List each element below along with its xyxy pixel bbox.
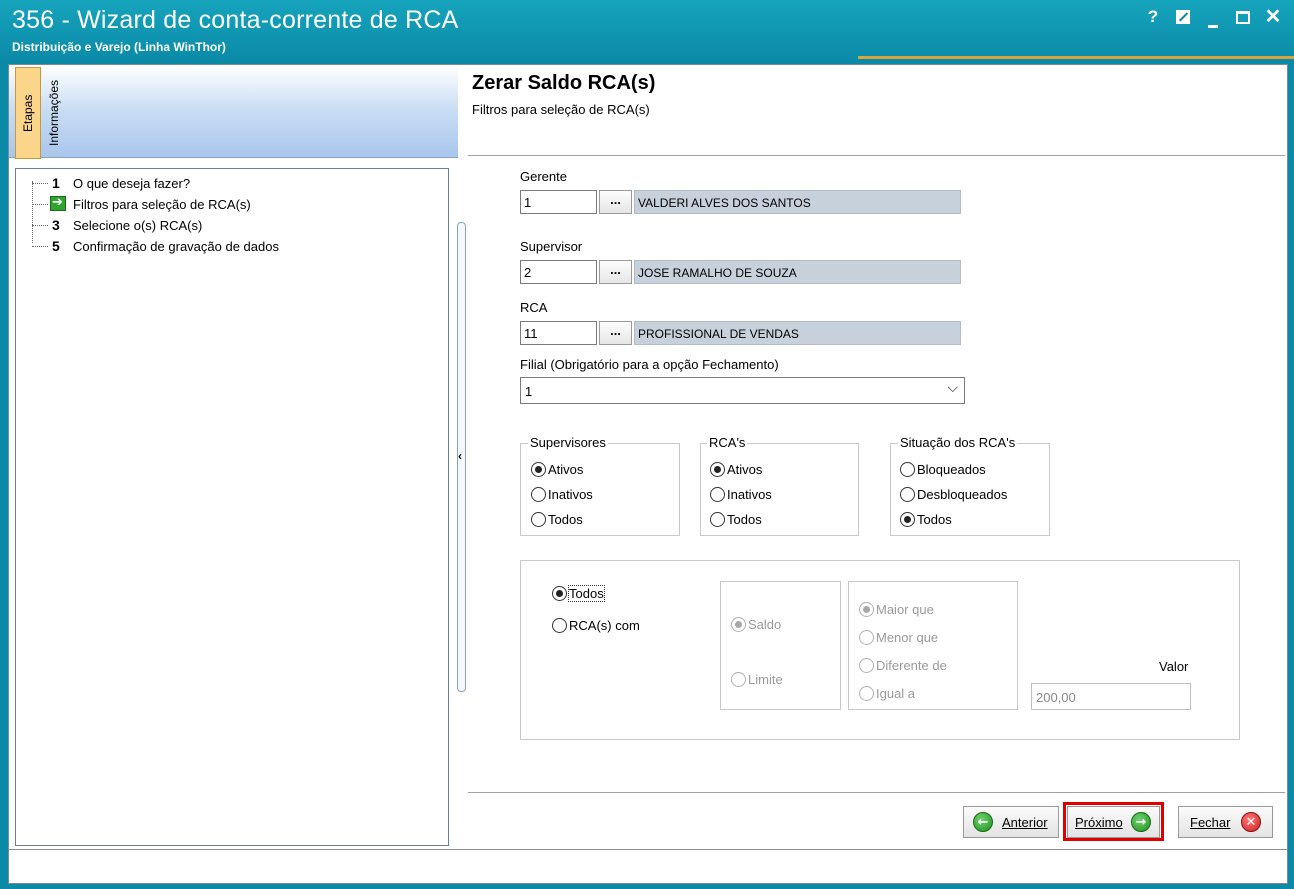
fechar-button[interactable]: Fechar ✕ — [1178, 806, 1273, 838]
chevron-down-icon: ⌵ — [947, 379, 958, 395]
diferente-de-radio[interactable]: Diferente de — [859, 658, 947, 673]
edit-window-button[interactable] — [1173, 8, 1193, 26]
situacao-todos-radio[interactable]: Todos — [900, 512, 952, 527]
gerente-name-field: VALDERI ALVES DOS SANTOS — [634, 190, 961, 214]
step-item-2[interactable]: Filtros para seleção de RCA(s) — [16, 194, 416, 214]
minimize-button[interactable] — [1203, 8, 1223, 28]
radio-icon — [900, 512, 915, 527]
step-item-3[interactable]: 3 Selecione o(s) RCA(s) — [16, 215, 416, 235]
supervisores-todos-radio[interactable]: Todos — [531, 512, 583, 527]
title-accent-line — [858, 56, 1294, 59]
title-bar: 356 - Wizard de conta-corrente de RCA Di… — [0, 0, 1294, 62]
tab-informacoes[interactable]: Informações — [42, 67, 68, 159]
radio-icon — [859, 630, 874, 645]
help-button[interactable]: ? — [1143, 8, 1163, 26]
step-label: O que deseja fazer? — [73, 176, 191, 191]
radio-icon — [859, 686, 874, 701]
radio-icon — [859, 602, 874, 617]
rcas-inativos-radio[interactable]: Inativos — [710, 487, 772, 502]
todos-mode-radio[interactable]: Todos — [552, 585, 605, 602]
valor-label: Valor — [1159, 659, 1189, 674]
step-number: 5 — [52, 238, 60, 254]
supervisor-name-field: JOSE RAMALHO DE SOUZA — [634, 260, 961, 284]
rcas-com-mode-radio[interactable]: RCA(s) com — [552, 618, 640, 633]
window-subtitle: Distribuição e Varejo (Linha WinThor) — [12, 40, 226, 54]
situacao-desbloqueados-radio[interactable]: Desbloqueados — [900, 487, 1007, 502]
radio-icon — [552, 618, 567, 633]
filial-label: Filial (Obrigatório para a opção Fechame… — [520, 357, 779, 372]
rcas-todos-radio[interactable]: Todos — [710, 512, 762, 527]
step-number: 1 — [52, 175, 60, 191]
radio-icon — [710, 462, 725, 477]
radio-icon — [731, 672, 746, 687]
supervisor-code-input[interactable]: 2 — [520, 260, 597, 284]
radio-icon — [859, 658, 874, 673]
footer-divider — [468, 792, 1285, 793]
rca-code-input[interactable]: 11 — [520, 321, 597, 345]
close-window-button[interactable]: ✕ — [1263, 7, 1283, 27]
filial-value: 1 — [525, 384, 533, 399]
radio-icon — [531, 487, 546, 502]
status-bar — [9, 849, 1287, 881]
situacao-group-title: Situação dos RCA's — [898, 435, 1018, 450]
steps-tree: 1 O que deseja fazer? Filtros para seleç… — [15, 168, 449, 846]
step-label: Selecione o(s) RCA(s) — [73, 218, 203, 233]
step-label: Confirmação de gravação de dados — [73, 239, 279, 254]
supervisores-group-title: Supervisores — [528, 435, 608, 450]
radio-icon — [900, 487, 915, 502]
close-icon: ✕ — [1241, 812, 1261, 832]
supervisor-label: Supervisor — [520, 239, 583, 254]
saldo-radio[interactable]: Saldo — [731, 617, 781, 632]
valor-input[interactable]: 200,00 — [1031, 683, 1191, 710]
limite-radio[interactable]: Limite — [731, 672, 783, 687]
radio-icon — [710, 487, 725, 502]
rca-name-field: PROFISSIONAL DE VENDAS — [634, 321, 961, 345]
supervisores-inativos-radio[interactable]: Inativos — [531, 487, 593, 502]
igual-a-radio[interactable]: Igual a — [859, 686, 915, 701]
rca-lookup-button[interactable]: ... — [599, 321, 632, 345]
minimize-icon — [1208, 25, 1218, 28]
radio-icon — [552, 586, 567, 601]
radio-icon — [900, 462, 915, 477]
step-label: Filtros para seleção de RCA(s) — [73, 197, 251, 212]
tipo-group — [720, 581, 841, 710]
radio-icon — [710, 512, 725, 527]
step-item-1[interactable]: 1 O que deseja fazer? — [16, 173, 416, 193]
page-subtitle: Filtros para seleção de RCA(s) — [472, 102, 650, 117]
gerente-lookup-button[interactable]: ... — [599, 190, 632, 214]
step-number: 3 — [52, 217, 60, 233]
supervisores-ativos-radio[interactable]: Ativos — [531, 462, 583, 477]
edit-icon — [1176, 10, 1190, 24]
radio-icon — [531, 512, 546, 527]
rca-label: RCA — [520, 300, 548, 315]
anterior-button[interactable]: ← Anterior — [963, 806, 1059, 838]
rcas-ativos-radio[interactable]: Ativos — [710, 462, 762, 477]
arrow-left-icon: ← — [973, 812, 993, 832]
maior-que-radio[interactable]: Maior que — [859, 602, 934, 617]
gerente-label: Gerente — [520, 169, 567, 184]
arrow-right-icon — [50, 195, 66, 211]
gerente-code-input[interactable]: 1 — [520, 190, 597, 214]
step-item-5[interactable]: 5 Confirmação de gravação de dados — [16, 236, 416, 256]
maximize-button[interactable] — [1233, 8, 1253, 26]
header-divider — [468, 155, 1285, 156]
sidebar-header — [9, 65, 458, 158]
supervisor-lookup-button[interactable]: ... — [599, 260, 632, 284]
rcas-group-title: RCA's — [707, 435, 748, 450]
radio-icon — [531, 462, 546, 477]
collapse-arrow-icon[interactable]: ‹ — [458, 449, 462, 463]
proximo-highlight — [1063, 802, 1164, 841]
radio-icon — [731, 617, 746, 632]
menor-que-radio[interactable]: Menor que — [859, 630, 938, 645]
filial-select[interactable]: 1 ⌵ — [520, 377, 965, 404]
situacao-bloqueados-radio[interactable]: Bloqueados — [900, 462, 986, 477]
maximize-icon — [1236, 11, 1250, 24]
window-title: 356 - Wizard de conta-corrente de RCA — [12, 6, 459, 34]
tab-etapas[interactable]: Etapas — [15, 67, 41, 159]
page-title: Zerar Saldo RCA(s) — [472, 72, 656, 94]
